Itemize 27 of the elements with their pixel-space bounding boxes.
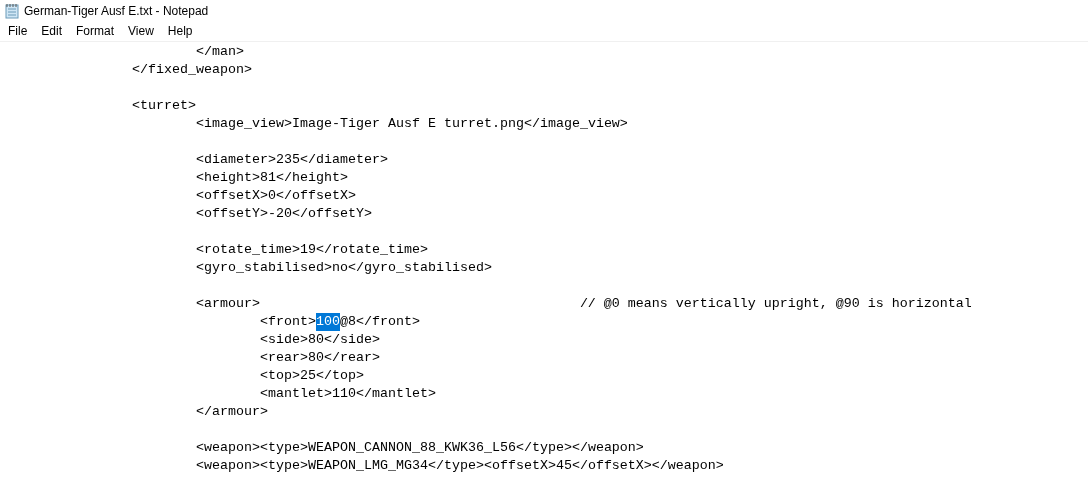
code-line: <diameter>235</diameter> bbox=[194, 151, 388, 169]
code-line: <front> bbox=[258, 313, 316, 331]
code-line: </man> bbox=[194, 43, 244, 61]
code-line: <weapon><type>WEAPON_LMG_MG34</type><offsetX>45</offsetX></weapon> bbox=[194, 457, 724, 475]
code-line: <turret> bbox=[131, 97, 196, 115]
code-line: </fixed_weapon> bbox=[131, 61, 252, 79]
menu-item[interactable]: Help bbox=[160, 22, 200, 40]
code-line: </armour> bbox=[194, 403, 268, 421]
code-line: <mantlet>110</mantlet> bbox=[258, 385, 436, 403]
menu-item[interactable]: File bbox=[1, 22, 35, 40]
menu-item[interactable]: Edit bbox=[34, 22, 70, 40]
window-title: German-Tiger Ausf E.txt - Notepad bbox=[24, 2, 209, 20]
code-line: <height>81</height> bbox=[194, 169, 348, 187]
code-line: <weapon><type>WEAPON_CANNON_88_KWK36_L56</type></weapon> bbox=[194, 439, 644, 457]
notepad-icon bbox=[5, 2, 19, 19]
code-line: <gyro_stabilised>no</gyro_stabilised> bbox=[194, 259, 492, 277]
code-line: <rear>80</rear> bbox=[258, 349, 380, 367]
code-line: <offsetX>0</offsetX> bbox=[194, 187, 356, 205]
menu-item[interactable]: View bbox=[121, 22, 161, 40]
code-line: <offsetY>-20</offsetY> bbox=[194, 205, 372, 223]
code-line: <side>80</side> bbox=[258, 331, 380, 349]
menu-item[interactable]: Format bbox=[69, 22, 122, 40]
code-line: <image_view>Image-Tiger Ausf E turret.png</image_view> bbox=[194, 115, 628, 133]
code-line: <armour> // @0 means vertically upright, @90 is horizontal bbox=[194, 295, 972, 313]
code-line: <rotate_time>19</rotate_time> bbox=[194, 241, 428, 259]
code-line: @8</front> bbox=[339, 313, 420, 331]
code-line: <top>25</top> bbox=[258, 367, 364, 385]
